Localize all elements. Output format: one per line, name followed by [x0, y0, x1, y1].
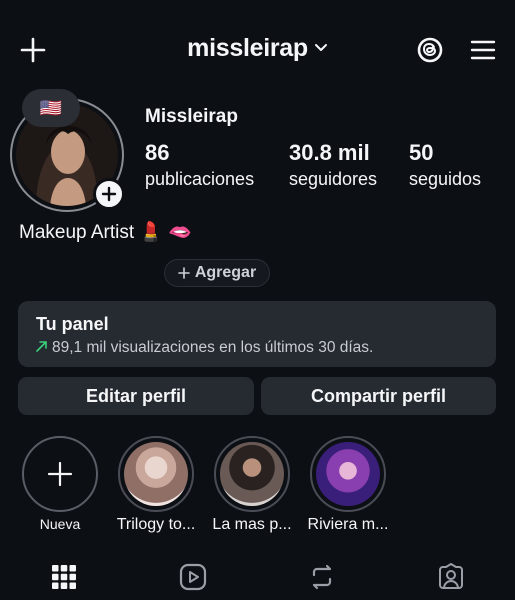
panel-subtitle-row: 89,1 mil visualizaciones en los últimos … — [36, 339, 496, 357]
username: missleirap — [187, 34, 308, 62]
highlight-label: La mas p... — [212, 516, 292, 533]
highlight-thumbnail — [316, 442, 380, 506]
followers-count: 30.8 mil — [289, 140, 370, 165]
trend-up-icon — [36, 339, 47, 357]
following-stat[interactable]: 50 seguidos — [409, 140, 481, 190]
highlight-circle — [214, 436, 290, 512]
highlight-label: Nueva — [39, 516, 81, 532]
hamburger-menu-icon[interactable] — [466, 34, 500, 66]
posts-label: publicaciones — [145, 169, 255, 189]
highlight-thumbnail — [220, 442, 284, 506]
flag-emoji: 🇺🇸 — [39, 97, 63, 118]
panel-title: Tu panel — [36, 314, 109, 334]
bio-text: Makeup Artist 💄 🫦 — [19, 222, 192, 243]
display-name: Missleirap — [145, 106, 238, 127]
posts-stat[interactable]: 86 publicaciones — [145, 140, 254, 190]
add-link-button[interactable]: Agregar — [164, 259, 270, 287]
highlight-label: Riviera m... — [307, 516, 389, 533]
note-bubble[interactable]: 🇺🇸 — [22, 89, 80, 127]
highlight-thumbnail — [124, 442, 188, 506]
tagged-icon[interactable] — [436, 562, 466, 592]
following-label: seguidos — [409, 169, 482, 189]
share-profile-button[interactable]: Compartir perfil — [261, 377, 496, 415]
chevron-down-icon — [314, 40, 328, 58]
threads-icon[interactable] — [414, 34, 446, 66]
highlight-new[interactable]: Nueva — [22, 436, 98, 532]
profile-tab-bar — [0, 555, 515, 600]
panel-subtitle: 89,1 mil visualizaciones en los últimos … — [52, 339, 374, 356]
following-count: 50 — [409, 140, 434, 165]
highlight-label: Trilogy to... — [116, 516, 196, 533]
reels-icon[interactable] — [178, 562, 208, 592]
highlight-item[interactable]: Trilogy to... — [117, 436, 195, 533]
followers-stat[interactable]: 30.8 mil seguidores — [289, 140, 377, 190]
highlight-item[interactable]: Riviera m... — [308, 436, 388, 533]
edit-profile-button[interactable]: Editar perfil — [18, 377, 254, 415]
share-profile-label: Compartir perfil — [310, 385, 447, 406]
grid-icon[interactable] — [49, 562, 79, 592]
top-bar: missleirap — [0, 0, 515, 100]
posts-count: 86 — [145, 140, 170, 165]
plus-small-icon — [178, 267, 190, 279]
highlight-item[interactable]: La mas p... — [212, 436, 292, 533]
highlight-circle — [118, 436, 194, 512]
highlight-circle — [310, 436, 386, 512]
edit-profile-label: Editar perfil — [85, 385, 187, 406]
add-story-button[interactable] — [93, 178, 125, 210]
add-link-label: Agregar — [194, 264, 257, 281]
profile-avatar-area[interactable]: 🇺🇸 — [10, 89, 130, 212]
highlight-new-circle — [22, 436, 98, 512]
professional-dashboard[interactable]: Tu panel 89,1 mil visualizaciones en los… — [18, 301, 496, 367]
followers-label: seguidores — [289, 169, 378, 189]
plus-icon — [47, 461, 73, 487]
reposts-icon[interactable] — [307, 562, 337, 592]
